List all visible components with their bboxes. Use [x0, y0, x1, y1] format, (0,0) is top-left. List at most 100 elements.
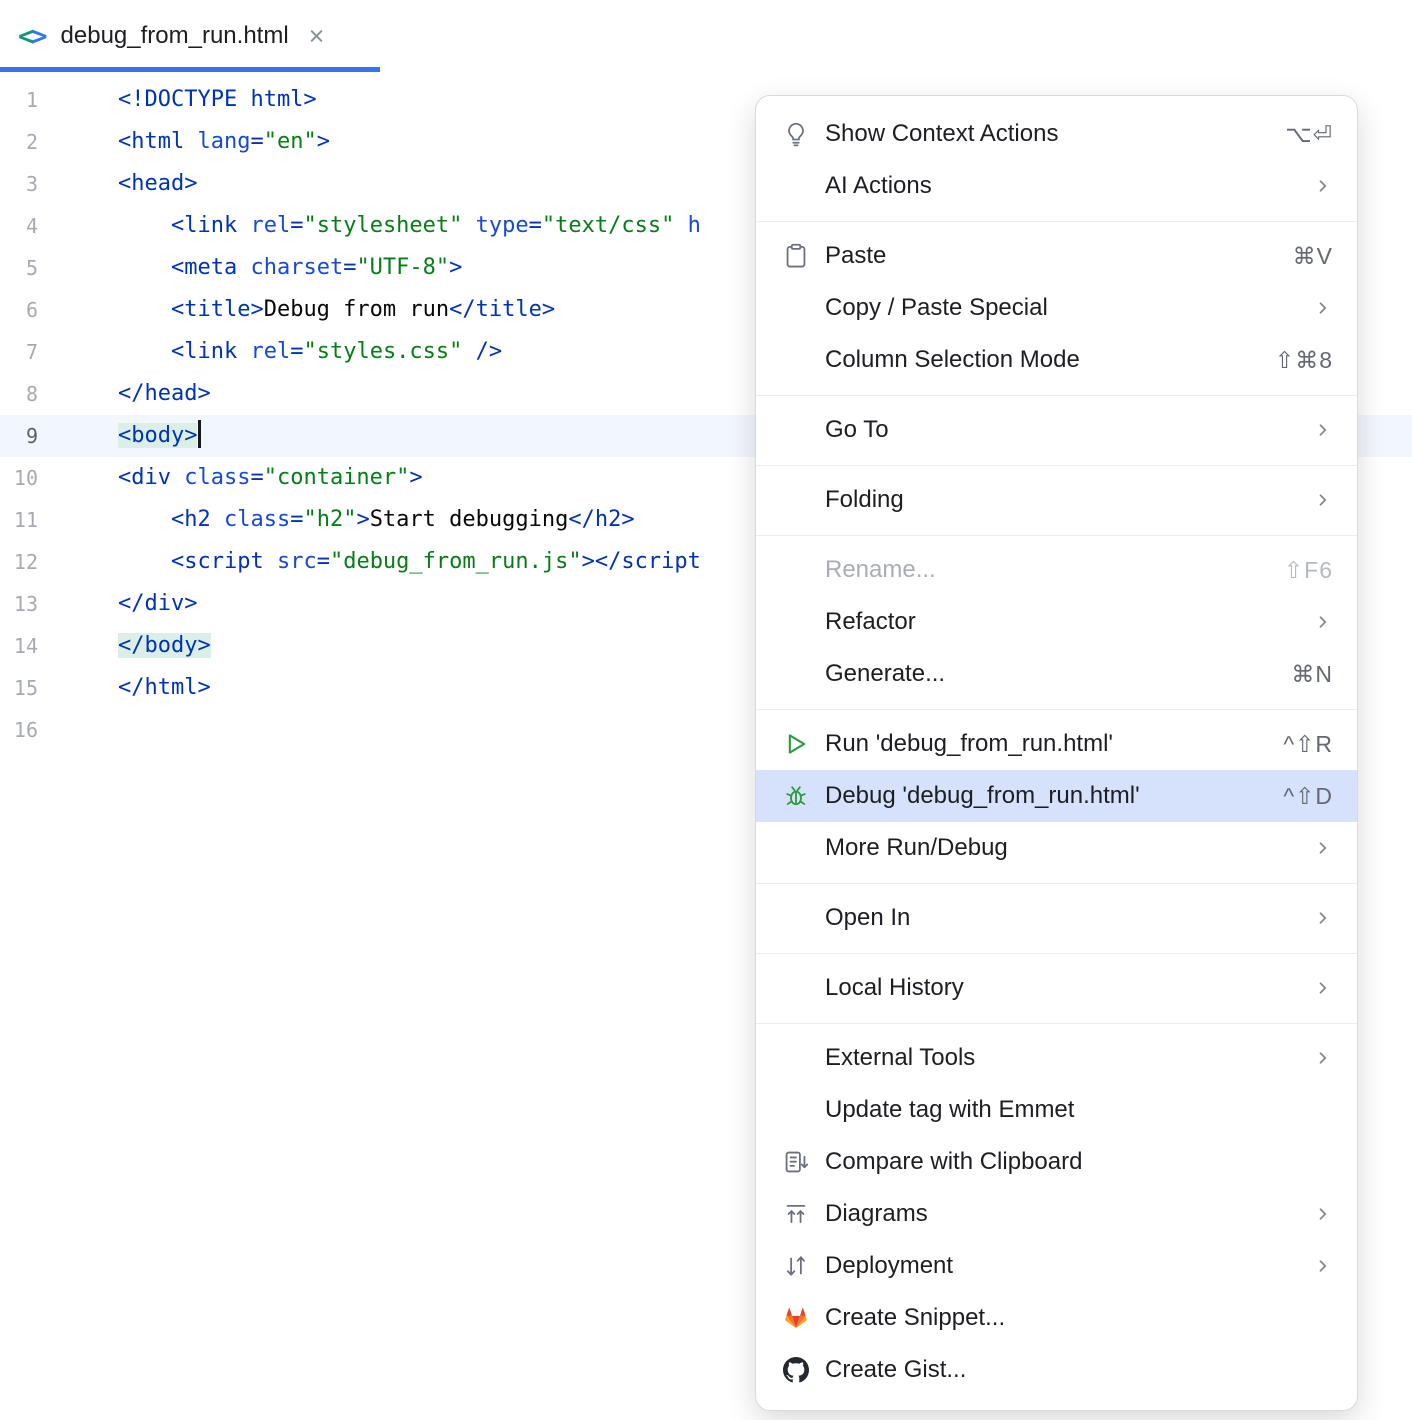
code-token: src	[277, 549, 317, 574]
line-number-11[interactable]: 11	[0, 499, 118, 541]
line-number-12[interactable]: 12	[0, 541, 118, 583]
menu-item-debug-debug-from-run-html[interactable]: Debug 'debug_from_run.html'^⇧D	[756, 770, 1357, 822]
code-token: >	[409, 465, 422, 490]
icon-slot	[782, 834, 810, 862]
line-number-4[interactable]: 4	[0, 205, 118, 247]
menu-shortcut: ^⇧R	[1283, 731, 1333, 758]
code-token: Start debugging	[370, 507, 569, 532]
menu-item-label: Generate...	[825, 660, 1291, 688]
code-token: </h2>	[568, 507, 634, 532]
menu-item-folding[interactable]: Folding	[756, 474, 1357, 526]
line-number-10[interactable]: 10	[0, 457, 118, 499]
line-number-3[interactable]: 3	[0, 163, 118, 205]
code-token	[674, 213, 687, 238]
menu-item-label: Folding	[825, 486, 1313, 514]
menu-item-create-gist[interactable]: Create Gist...	[756, 1344, 1357, 1396]
line-number-2[interactable]: 2	[0, 121, 118, 163]
menu-item-more-run-debug[interactable]: More Run/Debug	[756, 822, 1357, 874]
code-token: <!DOCTYPE html>	[118, 87, 317, 112]
code-token: />	[462, 339, 502, 364]
code-token: <title>	[171, 297, 264, 322]
code-token: "styles.css"	[303, 339, 462, 364]
menu-item-label: Paste	[825, 242, 1293, 270]
code-token: "debug_from_run.js"	[330, 549, 582, 574]
close-tab-icon[interactable]: ×	[309, 23, 325, 50]
menu-item-label: Run 'debug_from_run.html'	[825, 730, 1283, 758]
line-number-15[interactable]: 15	[0, 667, 118, 709]
menu-item-go-to[interactable]: Go To	[756, 404, 1357, 456]
menu-item-column-selection-mode[interactable]: Column Selection Mode⇧⌘8	[756, 334, 1357, 386]
code-token: </div>	[118, 591, 197, 616]
menu-item-label: Go To	[825, 416, 1313, 444]
menu-item-label: Open In	[825, 904, 1313, 932]
menu-item-open-in[interactable]: Open In	[756, 892, 1357, 944]
tab-debug-from-run-html[interactable]: <> debug_from_run.html ×	[0, 0, 350, 72]
code-token: <script	[171, 549, 277, 574]
menu-item-rename[interactable]: Rename...⇧F6	[756, 544, 1357, 596]
menu-item-show-context-actions[interactable]: Show Context Actions⌥⏎	[756, 108, 1357, 160]
icon-slot	[782, 172, 810, 200]
code-token: </head>	[118, 381, 211, 406]
code-token: >	[356, 507, 369, 532]
context-menu: Show Context Actions⌥⏎AI ActionsPaste⌘VC…	[755, 95, 1358, 1411]
code-token: =	[529, 213, 542, 238]
submenu-chevron-icon	[1313, 1256, 1333, 1276]
code-token: "stylesheet"	[303, 213, 462, 238]
code-token: Debug from run	[264, 297, 449, 322]
menu-item-label: More Run/Debug	[825, 834, 1313, 862]
compare-icon	[782, 1148, 810, 1176]
menu-item-label: Rename...	[825, 556, 1284, 584]
line-number-13[interactable]: 13	[0, 583, 118, 625]
code-token: =	[343, 255, 356, 280]
line-number-1[interactable]: 1	[0, 79, 118, 121]
icon-slot	[782, 346, 810, 374]
menu-item-ai-actions[interactable]: AI Actions	[756, 160, 1357, 212]
code-token: =	[317, 549, 330, 574]
submenu-chevron-icon	[1313, 1048, 1333, 1068]
line-number-14[interactable]: 14	[0, 625, 118, 667]
menu-item-paste[interactable]: Paste⌘V	[756, 230, 1357, 282]
icon-slot	[782, 974, 810, 1002]
menu-item-compare-with-clipboard[interactable]: Compare with Clipboard	[756, 1136, 1357, 1188]
code-token: "text/css"	[542, 213, 674, 238]
deployment-icon	[782, 1252, 810, 1280]
tab-title: debug_from_run.html	[61, 22, 289, 50]
line-number-16[interactable]: 16	[0, 709, 118, 751]
menu-item-deployment[interactable]: Deployment	[756, 1240, 1357, 1292]
menu-item-generate[interactable]: Generate...⌘N	[756, 648, 1357, 700]
code-token	[118, 213, 171, 238]
line-number-9[interactable]: 9	[0, 415, 118, 457]
submenu-chevron-icon	[1313, 838, 1333, 858]
line-number-7[interactable]: 7	[0, 331, 118, 373]
menu-shortcut: ⌘N	[1291, 661, 1333, 688]
code-token: >	[582, 549, 595, 574]
menu-item-external-tools[interactable]: External Tools	[756, 1032, 1357, 1084]
line-number-8[interactable]: 8	[0, 373, 118, 415]
menu-item-label: Compare with Clipboard	[825, 1148, 1333, 1176]
debug-icon	[782, 782, 810, 810]
submenu-chevron-icon	[1313, 978, 1333, 998]
menu-item-label: Update tag with Emmet	[825, 1096, 1333, 1124]
menu-item-diagrams[interactable]: Diagrams	[756, 1188, 1357, 1240]
menu-shortcut: ⌥⏎	[1285, 121, 1333, 148]
submenu-chevron-icon	[1313, 908, 1333, 928]
submenu-chevron-icon	[1313, 176, 1333, 196]
code-token: </title>	[449, 297, 555, 322]
code-token: charset	[250, 255, 343, 280]
icon-slot	[782, 1044, 810, 1072]
code-token: <link	[171, 213, 250, 238]
menu-item-local-history[interactable]: Local History	[756, 962, 1357, 1014]
menu-separator	[756, 883, 1357, 884]
matched-tag: <body>	[118, 423, 197, 448]
menu-item-run-debug-from-run-html[interactable]: Run 'debug_from_run.html'^⇧R	[756, 718, 1357, 770]
menu-item-update-tag-with-emmet[interactable]: Update tag with Emmet	[756, 1084, 1357, 1136]
menu-item-copy-paste-special[interactable]: Copy / Paste Special	[756, 282, 1357, 334]
line-number-6[interactable]: 6	[0, 289, 118, 331]
menu-item-label: Refactor	[825, 608, 1313, 636]
line-number-5[interactable]: 5	[0, 247, 118, 289]
menu-item-label: Column Selection Mode	[825, 346, 1275, 374]
code-token: >	[317, 129, 330, 154]
menu-item-create-snippet[interactable]: Create Snippet...	[756, 1292, 1357, 1344]
menu-item-refactor[interactable]: Refactor	[756, 596, 1357, 648]
menu-shortcut: ^⇧D	[1283, 783, 1333, 810]
